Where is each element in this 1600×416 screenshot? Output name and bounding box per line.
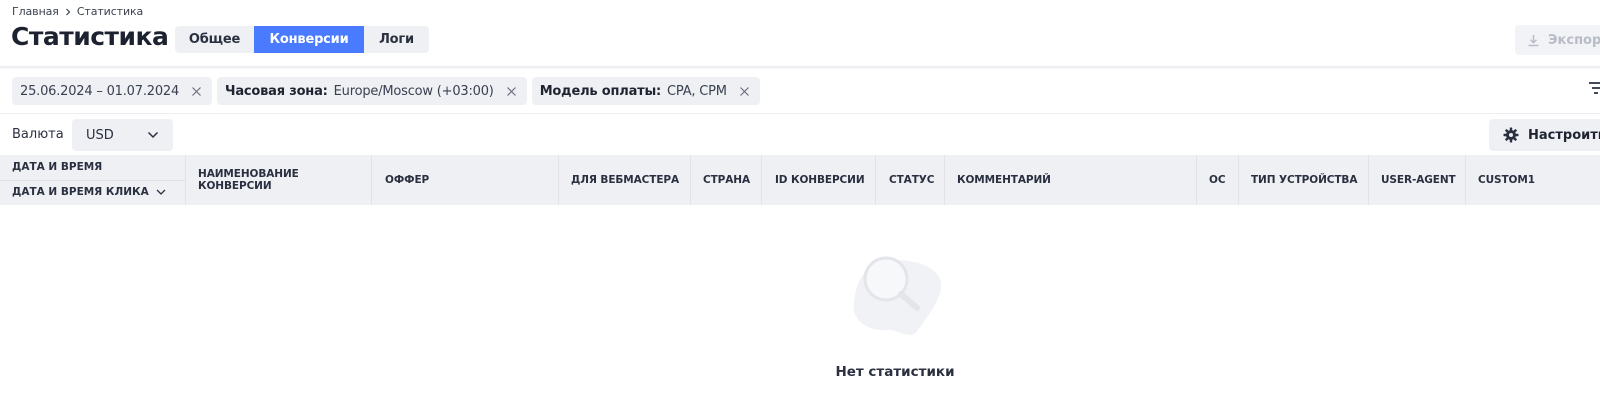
header-for-webmaster[interactable]: ДЛЯ ВЕБМАСТЕРА [559, 155, 691, 205]
configure-label: Настроить [1528, 127, 1600, 143]
header-click-date-label: ДАТА И ВРЕМЯ КЛИКА [12, 186, 149, 198]
header-label: СТРАНА [703, 174, 751, 186]
header-user-agent[interactable]: USER-AGENT [1369, 155, 1466, 205]
filters-divider [0, 113, 1600, 114]
filter-timezone-label: Часовая зона: [225, 83, 328, 99]
currency-value: USD [86, 127, 114, 143]
header-custom1[interactable]: CUSTOM1 [1466, 155, 1600, 205]
header-label: USER-AGENT [1381, 174, 1456, 186]
breadcrumb-home[interactable]: Главная [12, 5, 59, 18]
header-comment[interactable]: КОММЕНТАРИЙ [945, 155, 1197, 205]
export-button[interactable]: Экспор [1515, 25, 1600, 55]
configure-button[interactable]: Настроить [1489, 119, 1600, 151]
header-label: CUSTOM1 [1478, 174, 1535, 186]
header-conversion-name[interactable]: НАИМЕНОВАНИЕ КОНВЕРСИИ [186, 155, 372, 205]
breadcrumb-current: Статистика [76, 5, 144, 18]
filter-chips: 25.06.2024 – 01.07.2024 Часовая зона: Eu… [12, 77, 760, 105]
tab-conversions[interactable]: Конверсии [254, 26, 364, 53]
filter-timezone-value: Europe/Moscow (+03:00) [333, 83, 494, 99]
header-date-divider [0, 180, 186, 181]
close-icon[interactable] [506, 86, 517, 97]
header-label: СТАТУС [889, 174, 935, 186]
header-conversion-id[interactable]: ID КОНВЕРСИИ [762, 155, 876, 205]
header-label: ДЛЯ ВЕБМАСТЕРА [571, 174, 680, 186]
tab-logs[interactable]: Логи [364, 26, 429, 53]
header-status[interactable]: СТАТУС [876, 155, 945, 205]
page-title: Статистика [11, 22, 169, 51]
header-device-type[interactable]: ТИП УСТРОЙСТВА [1239, 155, 1369, 205]
filter-date-value: 25.06.2024 – 01.07.2024 [20, 83, 180, 99]
close-icon[interactable] [739, 86, 750, 97]
currency-select[interactable]: USD [72, 119, 173, 151]
header-label: ТИП УСТРОЙСТВА [1251, 174, 1358, 186]
filter-chip-payment-model[interactable]: Модель оплаты: CPA, CPM [531, 77, 760, 105]
header-label: КОММЕНТАРИЙ [957, 174, 1051, 186]
header-label: ОФФЕР [385, 174, 430, 186]
chevron-right-icon [65, 8, 71, 15]
search-magnifier-icon [853, 256, 942, 335]
header-click-date-toggle[interactable]: ДАТА И ВРЕМЯ КЛИКА [12, 186, 166, 198]
statistics-page: Главная Статистика Статистика Общее Конв… [0, 0, 1600, 416]
header-label: ID КОНВЕРСИИ [775, 174, 865, 186]
chevron-down-icon [156, 189, 166, 195]
header-label: НАИМЕНОВАНИЕ КОНВЕРСИИ [198, 168, 299, 192]
chevron-down-icon [147, 131, 159, 139]
header-os[interactable]: ОС [1197, 155, 1239, 205]
breadcrumb: Главная Статистика [12, 5, 143, 18]
table-header: ДАТА И ВРЕМЯ ДАТА И ВРЕМЯ КЛИКА НАИМЕНОВ… [0, 155, 1600, 205]
filter-payment-value: CPA, CPM [667, 83, 727, 99]
filter-chip-timezone[interactable]: Часовая зона: Europe/Moscow (+03:00) [217, 77, 527, 105]
tab-general[interactable]: Общее [175, 26, 254, 53]
header-label: ОС [1209, 174, 1226, 186]
filter-payment-label: Модель оплаты: [539, 83, 662, 99]
header-divider [0, 66, 1600, 69]
close-icon[interactable] [191, 86, 202, 97]
header-date-time: ДАТА И ВРЕМЯ [12, 161, 103, 173]
filter-icon[interactable] [1589, 81, 1600, 95]
gear-icon [1503, 127, 1519, 143]
header-country[interactable]: СТРАНА [691, 155, 762, 205]
header-date-column: ДАТА И ВРЕМЯ ДАТА И ВРЕМЯ КЛИКА [0, 155, 186, 205]
export-label: Экспор [1548, 32, 1600, 48]
empty-state-text: Нет статистики [835, 364, 955, 380]
download-icon [1528, 34, 1539, 46]
header-offer[interactable]: ОФФЕР [372, 155, 559, 205]
view-tabs: Общее Конверсии Логи [175, 26, 429, 53]
filter-chip-date[interactable]: 25.06.2024 – 01.07.2024 [12, 77, 213, 105]
currency-label: Валюта [12, 127, 64, 142]
